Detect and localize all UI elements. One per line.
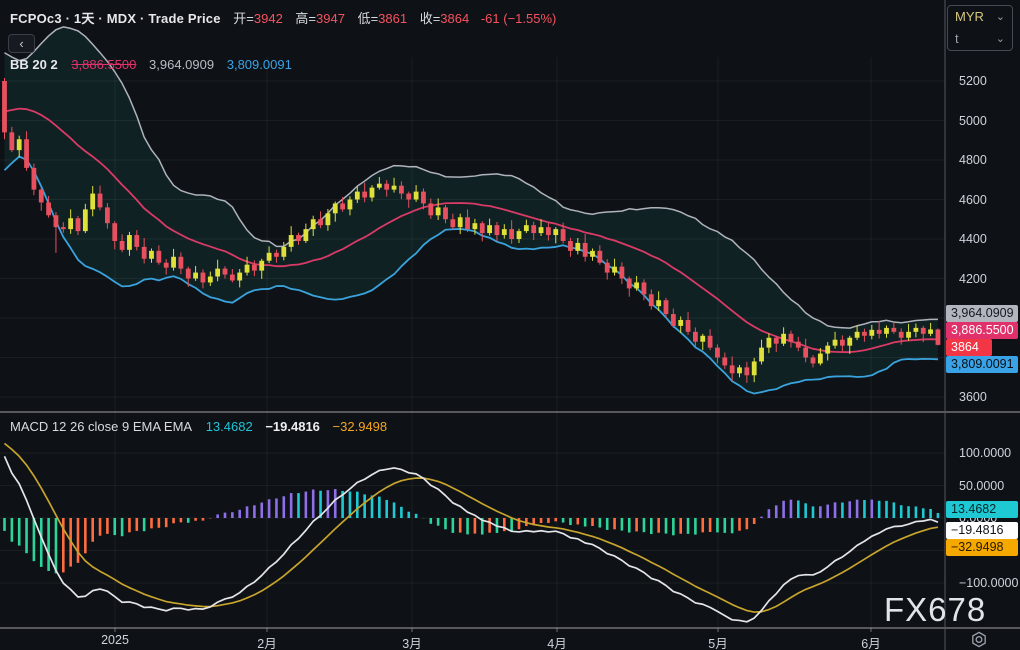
macd-tag: −19.4816 xyxy=(946,522,1018,539)
macd-hist-value: 13.4682 xyxy=(206,419,253,434)
low-label: 低= xyxy=(358,11,379,26)
close-value: 3864 xyxy=(440,11,469,26)
price-axis-label: 4800 xyxy=(959,152,987,168)
chart-window: FCPOc3 · 1天 · MDX · Trade Price 开=3942 高… xyxy=(0,0,1020,650)
symbol-title: FCPOc3 · 1天 · MDX · Trade Price xyxy=(10,11,221,26)
time-axis-label: 6月 xyxy=(841,633,901,650)
close-label: 收= xyxy=(420,11,441,26)
macd-axis-label: 50.0000 xyxy=(959,478,1004,494)
macd-tag: 13.4682 xyxy=(946,501,1018,518)
time-axis[interactable]: 2025 2月 3月 4月 5月 6月 xyxy=(0,628,945,650)
time-axis-label: 3月 xyxy=(382,633,442,650)
time-axis-label: 2月 xyxy=(237,633,297,650)
macd-axis-label: 100.0000 xyxy=(959,445,1011,461)
macd-signal-value: −32.9498 xyxy=(333,419,388,434)
time-axis-label: 2025 xyxy=(85,633,145,647)
price-axis-label: 4400 xyxy=(959,231,987,247)
low-value: 3861 xyxy=(378,11,407,26)
open-label: 开= xyxy=(233,11,254,26)
back-button[interactable]: ‹ xyxy=(8,34,35,53)
high-value: 3947 xyxy=(316,11,345,26)
bollinger-legend[interactable]: BB 20 2 3,886.5500 3,964.0909 3,809.0091 xyxy=(10,57,301,72)
macd-title: MACD 12 26 close 9 EMA EMA xyxy=(10,419,192,434)
chevron-left-icon: ‹ xyxy=(19,36,23,51)
macd-legend[interactable]: MACD 12 26 close 9 EMA EMA 13.4682 −19.4… xyxy=(10,419,396,434)
price-axis-label: 4200 xyxy=(959,271,987,287)
macd-line-value: −19.4816 xyxy=(265,419,320,434)
chart-canvas[interactable] xyxy=(0,0,1020,650)
unit-settings-button[interactable] xyxy=(967,630,991,649)
time-axis-label: 5月 xyxy=(688,633,748,650)
change-value: -61 (−1.55%) xyxy=(481,11,557,26)
bb-lower-value: 3,809.0091 xyxy=(227,57,292,72)
price-axis-label: 5200 xyxy=(959,73,987,89)
price-axis[interactable]: 520050004800460044004200400038003600100.… xyxy=(946,0,1020,650)
price-tag: 3864 xyxy=(946,339,992,356)
open-value: 3942 xyxy=(254,11,283,26)
price-axis-label: 5000 xyxy=(959,113,987,129)
time-axis-label: 4月 xyxy=(527,633,587,650)
price-tag: 3,886.5500 xyxy=(946,322,1018,339)
price-tag: 3,809.0091 xyxy=(946,356,1018,373)
macd-axis-label: −100.0000 xyxy=(959,575,1018,591)
price-axis-label: 4600 xyxy=(959,192,987,208)
fx678-watermark: FX678 xyxy=(884,591,986,629)
bb-basis-value: 3,886.5500 xyxy=(71,57,136,72)
macd-tag: −32.9498 xyxy=(946,539,1018,556)
high-label: 高= xyxy=(295,11,316,26)
bb-title: BB 20 2 xyxy=(10,57,58,72)
bb-upper-value: 3,964.0909 xyxy=(149,57,214,72)
symbol-header: FCPOc3 · 1天 · MDX · Trade Price 开=3942 高… xyxy=(10,8,556,27)
hexagon-nut-icon xyxy=(969,630,989,649)
price-axis-label: 3600 xyxy=(959,389,987,405)
price-tag: 3,964.0909 xyxy=(946,305,1018,322)
